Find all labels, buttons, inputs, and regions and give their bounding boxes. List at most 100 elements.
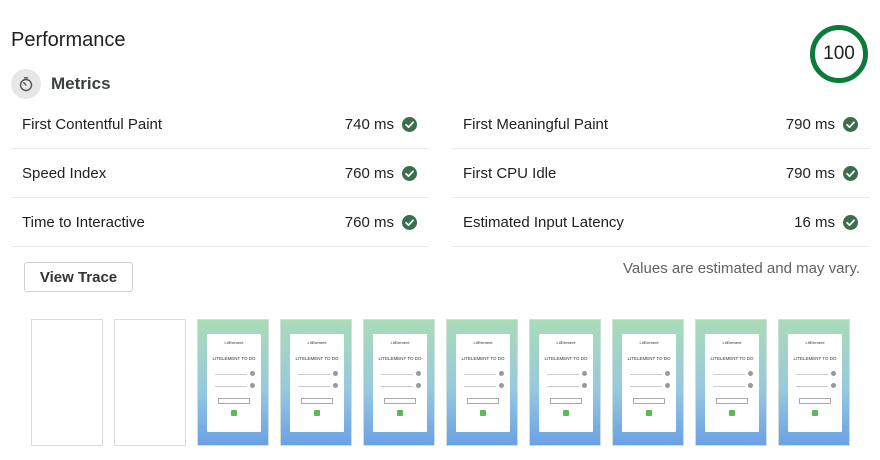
thumbnail-input	[716, 398, 748, 404]
thumbnail-add-icon	[397, 410, 403, 416]
metrics-column-right: First Meaningful Paint 790 ms First CPU …	[452, 100, 870, 247]
metric-value: 760 ms	[344, 164, 394, 182]
thumbnail-add-icon	[480, 410, 486, 416]
filmstrip-frame: LitElement LITELEMENT TO DO	[280, 319, 352, 446]
thumbnail-todo-line	[464, 370, 496, 375]
metric-value: 740 ms	[344, 115, 394, 133]
metric-name: First Meaningful Paint	[463, 115, 609, 133]
thumbnail-title: LITELEMENT TO DO	[627, 356, 671, 361]
metric-name: Time to Interactive	[22, 213, 145, 231]
thumbnail-input	[467, 398, 499, 404]
thumbnail-input	[799, 398, 831, 404]
frame-thumbnail-card: LitElement LITELEMENT TO DO	[456, 334, 510, 432]
frame-thumbnail-card: LitElement LITELEMENT TO DO	[539, 334, 593, 432]
metric-row: First CPU Idle 790 ms	[452, 149, 870, 198]
thumbnail-add-icon	[729, 410, 735, 416]
metric-row: Speed Index 760 ms	[11, 149, 429, 198]
thumbnail-todo-line	[713, 370, 745, 375]
thumbnail-delete-icon	[831, 383, 836, 388]
thumbnail-add-icon	[314, 410, 320, 416]
thumbnail-delete-icon	[665, 371, 670, 376]
thumbnail-header: LitElement	[307, 340, 327, 345]
thumbnail-add-icon	[812, 410, 818, 416]
thumbnail-title: LITELEMENT TO DO	[212, 356, 256, 361]
thumbnail-delete-icon	[250, 383, 255, 388]
thumbnail-delete-icon	[748, 383, 753, 388]
thumbnail-delete-icon	[333, 371, 338, 376]
filmstrip-frame: LitElement LITELEMENT TO DO	[695, 319, 767, 446]
metric-value: 16 ms	[794, 213, 835, 231]
thumbnail-todo-line	[547, 370, 579, 375]
metrics-header: Metrics	[11, 68, 111, 100]
thumbnail-input	[384, 398, 416, 404]
filmstrip-frame: LitElement LITELEMENT TO DO	[612, 319, 684, 446]
thumbnail-title: LITELEMENT TO DO	[378, 356, 422, 361]
filmstrip-frame	[114, 319, 186, 446]
thumbnail-delete-icon	[582, 383, 587, 388]
thumbnail-delete-icon	[416, 383, 421, 388]
frame-thumbnail-card: LitElement LITELEMENT TO DO	[622, 334, 676, 432]
thumbnail-todo-line	[796, 382, 828, 387]
metric-value: 790 ms	[785, 164, 835, 182]
thumbnail-todo-line	[630, 382, 662, 387]
metric-row: First Contentful Paint 740 ms	[11, 100, 429, 149]
metric-value: 790 ms	[785, 115, 835, 133]
thumbnail-delete-icon	[831, 371, 836, 376]
performance-title: Performance	[11, 29, 126, 51]
check-circle-icon	[843, 165, 858, 181]
thumbnail-input	[633, 398, 665, 404]
thumbnail-delete-icon	[748, 371, 753, 376]
thumbnail-todo-line	[381, 370, 413, 375]
metric-name: First CPU Idle	[463, 164, 557, 182]
check-circle-icon	[843, 116, 858, 132]
check-circle-icon	[843, 214, 858, 230]
metric-value: 760 ms	[344, 213, 394, 231]
metrics-label: Metrics	[51, 74, 111, 93]
filmstrip-frame: LitElement LITELEMENT TO DO	[529, 319, 601, 446]
thumbnail-header: LitElement	[556, 340, 576, 345]
metric-name: First Contentful Paint	[22, 115, 163, 133]
thumbnail-title: LITELEMENT TO DO	[295, 356, 339, 361]
frame-thumbnail-card: LitElement LITELEMENT TO DO	[290, 334, 344, 432]
metric-name: Speed Index	[22, 164, 107, 182]
metric-row: First Meaningful Paint 790 ms	[452, 100, 870, 149]
frame-thumbnail-card: LitElement LITELEMENT TO DO	[373, 334, 427, 432]
metric-name: Estimated Input Latency	[463, 213, 624, 231]
thumbnail-todo-line	[381, 382, 413, 387]
filmstrip-frame: LitElement LITELEMENT TO DO	[446, 319, 518, 446]
filmstrip-frame: LitElement LITELEMENT TO DO	[197, 319, 269, 446]
thumbnail-header: LitElement	[805, 340, 825, 345]
filmstrip-frame: LitElement LITELEMENT TO DO	[363, 319, 435, 446]
thumbnail-delete-icon	[333, 383, 338, 388]
thumbnail-title: LITELEMENT TO DO	[544, 356, 588, 361]
thumbnail-todo-line	[215, 370, 247, 375]
thumbnail-add-icon	[231, 410, 237, 416]
thumbnail-title: LITELEMENT TO DO	[461, 356, 505, 361]
filmstrip-frame: LitElement LITELEMENT TO DO	[778, 319, 850, 446]
thumbnail-todo-line	[796, 370, 828, 375]
thumbnail-header: LitElement	[224, 340, 244, 345]
thumbnail-todo-line	[630, 370, 662, 375]
thumbnail-header: LitElement	[639, 340, 659, 345]
check-circle-icon	[402, 165, 417, 181]
timer-icon	[11, 69, 41, 99]
thumbnail-add-icon	[563, 410, 569, 416]
frame-thumbnail-card: LitElement LITELEMENT TO DO	[788, 334, 842, 432]
thumbnail-delete-icon	[250, 371, 255, 376]
metrics-column-left: First Contentful Paint 740 ms Speed Inde…	[11, 100, 429, 247]
estimate-note: Values are estimated and may vary.	[622, 260, 860, 277]
thumbnail-title: LITELEMENT TO DO	[710, 356, 754, 361]
thumbnail-header: LitElement	[390, 340, 410, 345]
view-trace-button[interactable]: View Trace	[24, 262, 133, 292]
performance-score-gauge: 100	[810, 25, 868, 83]
thumbnail-delete-icon	[499, 371, 504, 376]
thumbnail-add-icon	[646, 410, 652, 416]
thumbnail-delete-icon	[582, 371, 587, 376]
thumbnail-todo-line	[464, 382, 496, 387]
thumbnail-todo-line	[215, 382, 247, 387]
thumbnail-delete-icon	[416, 371, 421, 376]
thumbnail-title: LITELEMENT TO DO	[793, 356, 837, 361]
thumbnail-input	[218, 398, 250, 404]
thumbnail-todo-line	[298, 370, 330, 375]
thumbnail-input	[550, 398, 582, 404]
